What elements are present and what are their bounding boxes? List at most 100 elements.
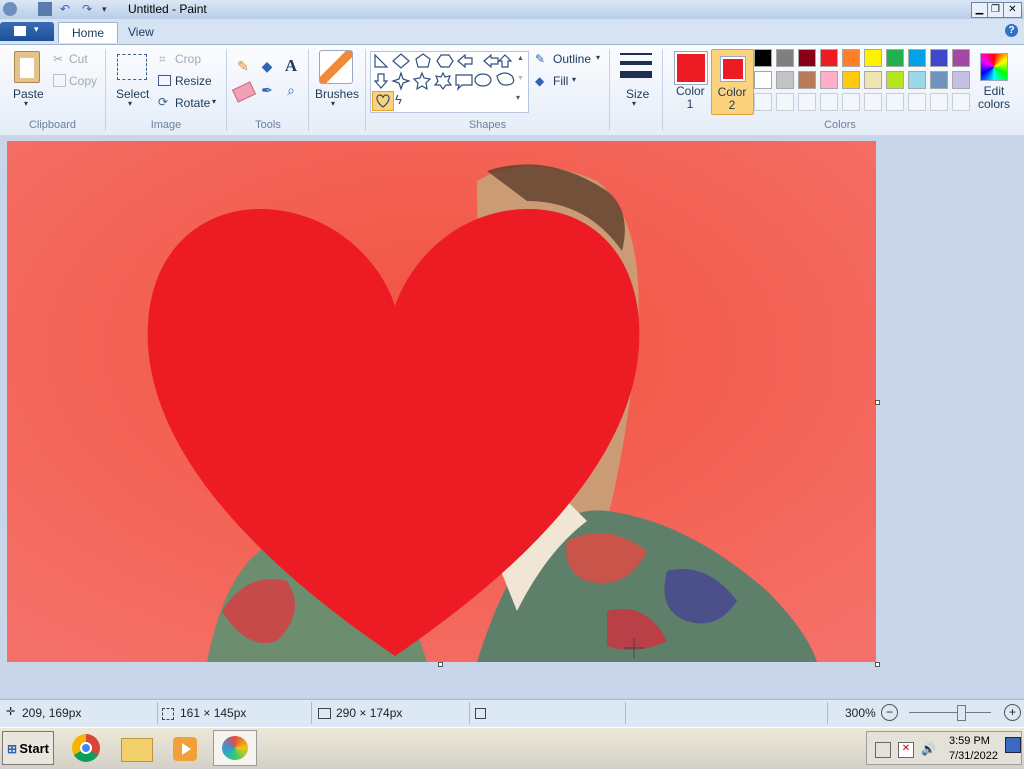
edit-colors-icon[interactable] <box>980 53 1008 81</box>
paint-menu-button[interactable]: ▾ <box>0 22 54 41</box>
palette-swatch[interactable] <box>820 49 838 67</box>
paint-app-icon[interactable] <box>3 2 17 16</box>
volume-icon[interactable]: 🔊 <box>921 742 936 756</box>
resize-handle-right[interactable] <box>875 400 880 405</box>
select-icon[interactable] <box>117 54 147 80</box>
crop-button[interactable]: Crop <box>175 52 201 66</box>
chevron-down-icon[interactable]: ▾ <box>128 99 132 108</box>
text-icon[interactable]: A <box>282 56 300 75</box>
color2-button[interactable]: Color 2 <box>711 49 754 115</box>
palette-swatch[interactable] <box>798 49 816 67</box>
color1-swatch[interactable] <box>674 51 708 85</box>
show-desktop-icon[interactable] <box>1005 737 1021 753</box>
outline-button[interactable]: Outline <box>553 52 591 66</box>
gallery-scroll-down-icon[interactable]: ▼ <box>517 75 524 82</box>
close-button[interactable]: ✕ <box>1003 2 1022 18</box>
palette-swatch[interactable] <box>754 71 772 89</box>
brushes-button[interactable]: Brushes <box>315 87 359 101</box>
zoom-out-icon[interactable]: − <box>881 704 898 721</box>
custom-color-slot[interactable] <box>798 93 816 111</box>
copy-button[interactable]: Copy <box>69 74 97 88</box>
action-center-icon[interactable]: ✕ <box>898 742 914 758</box>
paste-button[interactable]: Paste <box>13 87 44 101</box>
chevron-down-icon[interactable]: ▾ <box>24 99 28 108</box>
start-button[interactable]: ⊞ Start <box>2 731 54 765</box>
palette-swatch[interactable] <box>754 49 772 67</box>
custom-color-slot[interactable] <box>952 93 970 111</box>
palette-swatch[interactable] <box>908 49 926 67</box>
palette-swatch[interactable] <box>908 71 926 89</box>
brushes-icon[interactable] <box>319 50 353 84</box>
paint-taskbar-button[interactable] <box>213 730 257 766</box>
selection-size: 161 × 145px <box>180 706 247 720</box>
custom-color-slot[interactable] <box>842 93 860 111</box>
restore-button[interactable]: ❐ <box>987 2 1004 18</box>
palette-swatch[interactable] <box>952 49 970 67</box>
tab-home[interactable]: Home <box>58 22 119 43</box>
custom-color-slot[interactable] <box>864 93 882 111</box>
custom-color-slot[interactable] <box>886 93 904 111</box>
clock-time[interactable]: 3:59 PM <box>949 735 990 747</box>
fill-button[interactable]: Fill <box>553 74 568 88</box>
undo-quick-icon[interactable]: ↶ <box>60 2 74 16</box>
resize-button[interactable]: Resize <box>175 74 212 88</box>
help-icon[interactable]: ? <box>1005 24 1018 37</box>
lightning-icon[interactable]: ϟ <box>395 92 402 107</box>
explorer-taskbar-button[interactable] <box>114 730 158 766</box>
select-button[interactable]: Select <box>116 87 149 101</box>
zoom-slider-track[interactable] <box>909 712 991 713</box>
gallery-more-icon[interactable]: ▾ <box>516 93 520 102</box>
network-icon[interactable] <box>875 742 891 758</box>
tab-view[interactable]: View <box>115 22 167 42</box>
gallery-scroll-up-icon[interactable]: ▲ <box>517 55 524 62</box>
custom-color-slot[interactable] <box>820 93 838 111</box>
zoom-in-icon[interactable]: + <box>1004 704 1021 721</box>
drawing-canvas[interactable] <box>7 141 876 662</box>
zoom-slider-thumb[interactable] <box>957 705 966 721</box>
palette-swatch[interactable] <box>820 71 838 89</box>
palette-swatch[interactable] <box>930 71 948 89</box>
resize-handle-bottom[interactable] <box>438 662 443 667</box>
chrome-taskbar-button[interactable] <box>64 730 108 766</box>
magnifier-icon[interactable]: ⌕ <box>282 82 300 100</box>
chevron-down-icon[interactable]: ▾ <box>331 99 335 108</box>
minimize-button[interactable]: ▁ <box>971 2 988 18</box>
chevron-down-icon[interactable]: ▾ <box>572 75 576 84</box>
palette-swatch[interactable] <box>886 49 904 67</box>
palette-swatch[interactable] <box>842 71 860 89</box>
custom-color-slot[interactable] <box>908 93 926 111</box>
eraser-icon[interactable] <box>231 81 257 103</box>
palette-swatch[interactable] <box>930 49 948 67</box>
edit-colors-button[interactable]: Edit colors <box>977 85 1011 111</box>
palette-swatch[interactable] <box>776 49 794 67</box>
custom-color-slot[interactable] <box>754 93 772 111</box>
palette-swatch[interactable] <box>864 71 882 89</box>
media-player-taskbar-button[interactable] <box>164 730 208 766</box>
custom-color-slot[interactable] <box>930 93 948 111</box>
palette-swatch[interactable] <box>798 71 816 89</box>
fill-bucket-icon[interactable]: ◆ <box>258 58 276 76</box>
paste-icon[interactable] <box>14 51 40 83</box>
resize-handle-corner[interactable] <box>875 662 880 667</box>
palette-swatch[interactable] <box>886 71 904 89</box>
customize-quick-access-icon[interactable]: ▾ <box>102 2 116 16</box>
redo-quick-icon[interactable]: ↷ <box>82 2 96 16</box>
chevron-down-icon[interactable]: ▾ <box>596 53 600 62</box>
heart-shape-selected[interactable] <box>372 91 394 111</box>
palette-swatch[interactable] <box>952 71 970 89</box>
palette-swatch[interactable] <box>864 49 882 67</box>
custom-color-slot[interactable] <box>776 93 794 111</box>
size-icon[interactable] <box>620 51 652 83</box>
save-quick-icon[interactable] <box>38 2 52 16</box>
rotate-button[interactable]: Rotate <box>175 96 210 110</box>
clock-date[interactable]: 7/31/2022 <box>949 750 998 762</box>
chevron-down-icon[interactable]: ▾ <box>212 97 216 106</box>
pencil-icon[interactable]: ✎ <box>234 58 252 76</box>
chevron-down-icon[interactable]: ▾ <box>632 99 636 108</box>
color-picker-icon[interactable]: ✒ <box>258 82 276 100</box>
size-button[interactable]: Size <box>626 87 649 101</box>
palette-swatch[interactable] <box>776 71 794 89</box>
palette-swatch[interactable] <box>842 49 860 67</box>
color1-label[interactable]: Color 1 <box>676 85 705 111</box>
cut-button[interactable]: Cut <box>69 52 88 66</box>
